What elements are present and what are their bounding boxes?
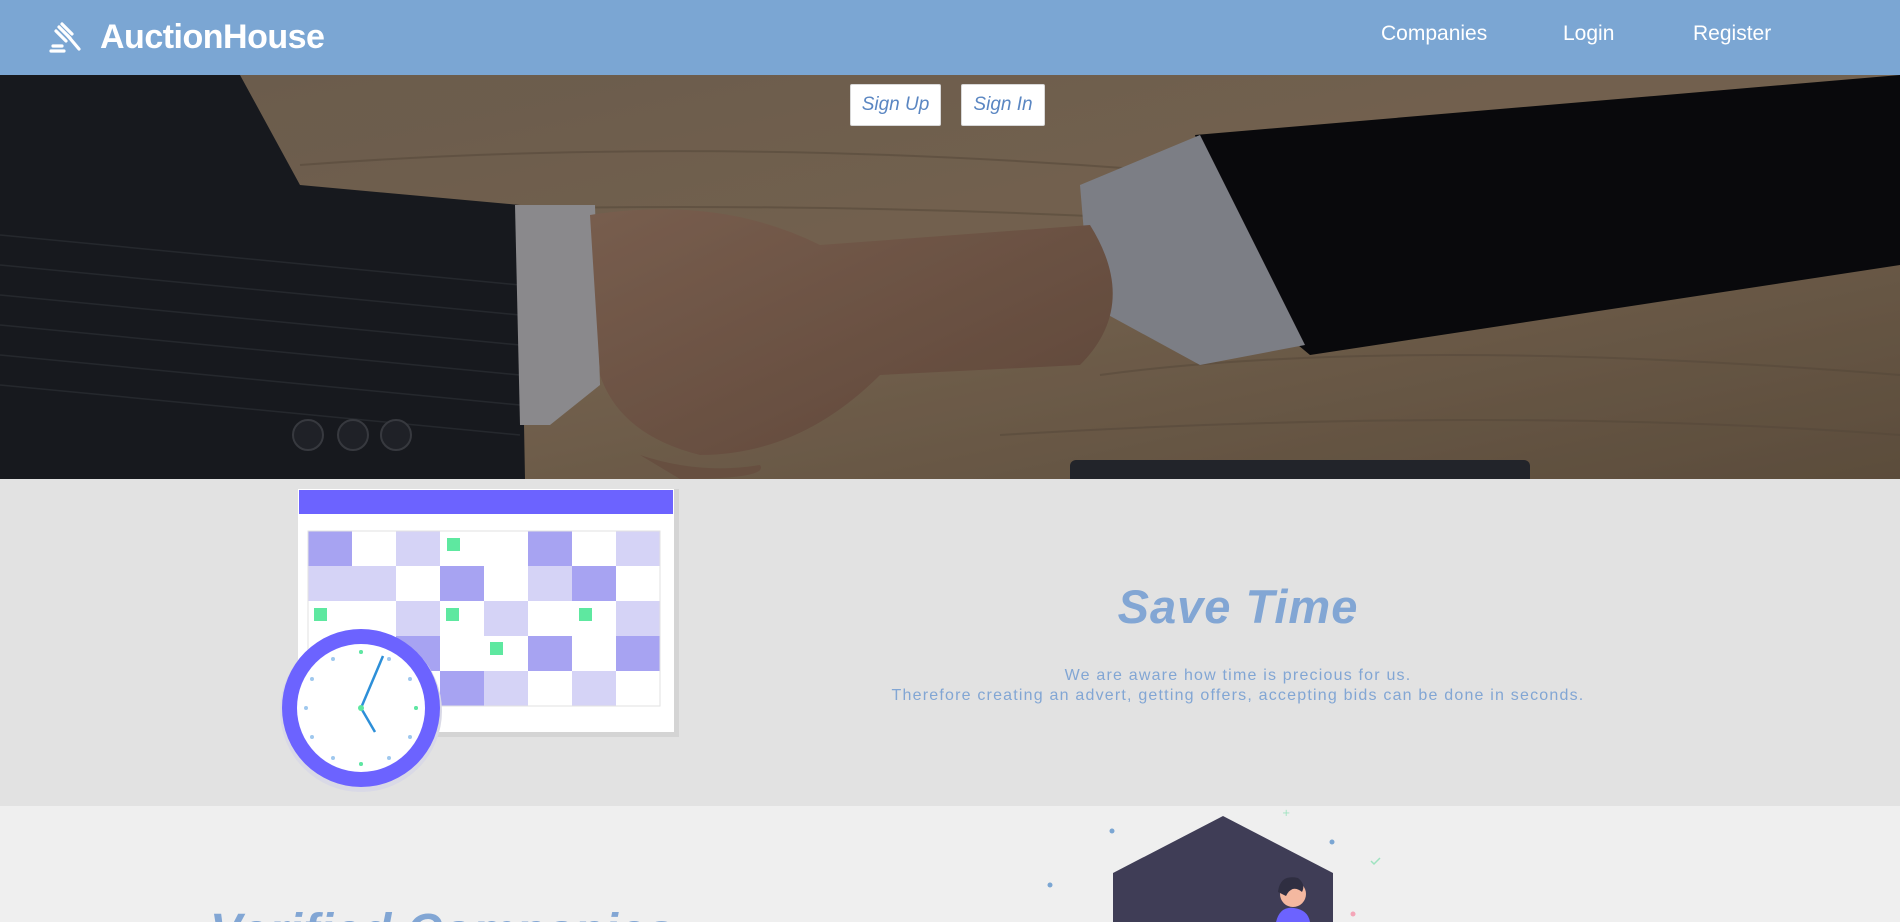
nav-link-register[interactable]: Register: [1693, 22, 1771, 46]
save-time-section: Save Time We are aware how time is preci…: [0, 479, 1900, 806]
verified-companies-section: Verified Companies +: [0, 806, 1900, 922]
save-time-line1: We are aware how time is precious for us…: [1064, 667, 1412, 684]
hero-banner: Sign Up Sign In: [0, 75, 1900, 479]
sign-up-button[interactable]: Sign Up: [850, 84, 941, 126]
save-time-line2: Therefore creating an advert, getting of…: [891, 687, 1585, 704]
nav-link-login[interactable]: Login: [1563, 22, 1614, 46]
top-navbar: AuctionHouse Companies Login Register: [0, 0, 1900, 75]
sign-in-button[interactable]: Sign In: [961, 84, 1045, 126]
svg-text:+: +: [1282, 808, 1290, 819]
brand[interactable]: AuctionHouse: [48, 14, 325, 60]
gavel-icon: [49, 22, 81, 53]
handshake-photo: [0, 75, 1900, 479]
nav-link-companies[interactable]: Companies: [1381, 22, 1487, 46]
calendar-clock-illustration: [280, 489, 679, 792]
verified-person-illustration: +: [1047, 808, 1381, 922]
brand-name: AuctionHouse: [100, 17, 325, 56]
save-time-title: Save Time: [1117, 580, 1359, 633]
verified-companies-title: Verified Companies: [210, 904, 674, 922]
